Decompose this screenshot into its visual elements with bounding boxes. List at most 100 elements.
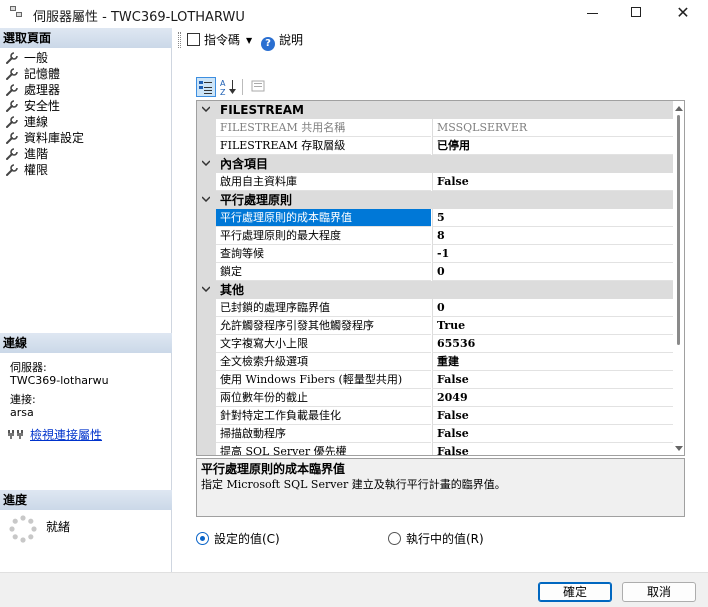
- maximize-button[interactable]: [613, 0, 659, 28]
- help-label: 說明: [279, 33, 304, 47]
- running-value-label: 執行中的值(R): [406, 532, 484, 546]
- running-value-radio[interactable]: 執行中的值(R): [388, 531, 484, 547]
- page-item-label: 連線: [24, 115, 49, 129]
- collapse-chevron-icon[interactable]: [202, 106, 210, 112]
- property-name[interactable]: 掃描啟動程序: [216, 425, 431, 443]
- property-row[interactable]: 已封鎖的處理序臨界值 0: [197, 299, 673, 317]
- property-name[interactable]: 平行處理原則的成本臨界值: [216, 209, 431, 227]
- property-value[interactable]: 重建: [432, 353, 673, 371]
- categorized-button[interactable]: [196, 77, 216, 97]
- property-name[interactable]: 使用 Windows Fibers (輕量型共用): [216, 371, 431, 389]
- help-button[interactable]: ? 說明: [261, 31, 304, 51]
- view-connection-link[interactable]: 檢視連接屬性: [30, 428, 102, 442]
- alphabetical-button[interactable]: A Z: [219, 77, 239, 97]
- property-value[interactable]: True: [432, 317, 673, 335]
- property-name[interactable]: 文字複寫大小上限: [216, 335, 431, 353]
- property-row[interactable]: 提高 SQL Server 優先權 False: [197, 443, 673, 455]
- property-value[interactable]: 0: [432, 263, 673, 281]
- property-name[interactable]: 提高 SQL Server 優先權: [216, 443, 431, 455]
- category-row[interactable]: 平行處理原則: [197, 191, 673, 209]
- property-value[interactable]: False: [432, 425, 673, 443]
- property-row[interactable]: 掃描啟動程序 False: [197, 425, 673, 443]
- property-row[interactable]: 鎖定 0: [197, 263, 673, 281]
- property-grid[interactable]: FILESTREAM FILESTREAM 共用名稱 MSSQLSERVER FILE…: [196, 100, 685, 456]
- property-row[interactable]: 允許觸發程序引發其他觸發程序 True: [197, 317, 673, 335]
- scroll-down-icon[interactable]: [675, 446, 683, 452]
- collapse-chevron-icon[interactable]: [202, 160, 210, 166]
- property-name[interactable]: 查詢等候: [216, 245, 431, 263]
- wrench-icon: [6, 100, 18, 112]
- property-name[interactable]: 允許觸發程序引發其他觸發程序: [216, 317, 431, 335]
- svg-text:A: A: [220, 79, 226, 88]
- page-item[interactable]: 一般: [4, 50, 84, 66]
- radio-selected-icon: [196, 532, 209, 545]
- chevron-down-icon[interactable]: ▼: [246, 32, 252, 50]
- property-name[interactable]: FILESTREAM 存取層級: [216, 137, 431, 155]
- property-row[interactable]: 使用 Windows Fibers (輕量型共用) False: [197, 371, 673, 389]
- property-row[interactable]: 兩位數年份的截止 2049: [197, 389, 673, 407]
- window-title: 伺服器屬性 - TWC369-LOTHARWU: [33, 10, 245, 25]
- property-grid-scrollbar[interactable]: [673, 101, 684, 455]
- property-value[interactable]: False: [432, 407, 673, 425]
- property-name[interactable]: 平行處理原則的最大程度: [216, 227, 431, 245]
- property-row[interactable]: 全文檢索升級選項 重建: [197, 353, 673, 371]
- configured-value-radio[interactable]: 設定的值(C): [196, 531, 280, 547]
- property-value[interactable]: 65536: [432, 335, 673, 353]
- page-item[interactable]: 進階: [4, 146, 84, 162]
- property-row[interactable]: 平行處理原則的最大程度 8: [197, 227, 673, 245]
- property-value[interactable]: -1: [432, 245, 673, 263]
- property-row[interactable]: 針對特定工作負載最佳化 False: [197, 407, 673, 425]
- property-value[interactable]: MSSQLSERVER: [432, 119, 673, 137]
- connection-info: 伺服器: TWC369-lotharwu 連接: arsa: [10, 361, 109, 419]
- page-item[interactable]: 記憶體: [4, 66, 84, 82]
- property-value[interactable]: 已停用: [432, 137, 673, 155]
- category-row[interactable]: FILESTREAM: [197, 101, 673, 119]
- page-item[interactable]: 資料庫設定: [4, 130, 84, 146]
- scroll-up-icon[interactable]: [675, 105, 683, 111]
- cancel-button[interactable]: 取消: [622, 582, 696, 602]
- script-label: 指令碼: [204, 33, 241, 47]
- category-row[interactable]: 內含項目: [197, 155, 673, 173]
- page-item[interactable]: 連線: [4, 114, 84, 130]
- property-value[interactable]: 5: [432, 209, 673, 227]
- wrench-icon: [6, 84, 18, 96]
- category-row[interactable]: 其他: [197, 281, 673, 299]
- property-row[interactable]: 平行處理原則的成本臨界值 5: [197, 209, 673, 227]
- ok-button[interactable]: 確定: [538, 582, 612, 602]
- title-bar: 伺服器屬性 - TWC369-LOTHARWU ✕: [0, 0, 708, 28]
- property-name[interactable]: FILESTREAM 共用名稱: [216, 119, 431, 137]
- category-label: 平行處理原則: [220, 193, 293, 207]
- minimize-button[interactable]: [570, 0, 616, 28]
- property-value[interactable]: 8: [432, 227, 673, 245]
- property-pages-button[interactable]: [249, 77, 269, 97]
- view-connection-properties[interactable]: 檢視連接屬性: [8, 426, 102, 442]
- wrench-icon: [6, 52, 18, 64]
- help-icon: ?: [261, 37, 275, 51]
- property-row[interactable]: 文字複寫大小上限 65536: [197, 335, 673, 353]
- script-button[interactable]: 指令碼 ▼: [187, 31, 252, 49]
- collapse-chevron-icon[interactable]: [202, 286, 210, 292]
- property-value[interactable]: False: [432, 371, 673, 389]
- close-button[interactable]: ✕: [660, 0, 706, 28]
- property-value[interactable]: 2049: [432, 389, 673, 407]
- property-name[interactable]: 兩位數年份的截止: [216, 389, 431, 407]
- page-item[interactable]: 安全性: [4, 98, 84, 114]
- property-row[interactable]: 啟用自主資料庫 False: [197, 173, 673, 191]
- page-item[interactable]: 處理器: [4, 82, 84, 98]
- property-name[interactable]: 已封鎖的處理序臨界值: [216, 299, 431, 317]
- property-row[interactable]: 查詢等候 -1: [197, 245, 673, 263]
- radio-unselected-icon: [388, 532, 401, 545]
- property-name[interactable]: 啟用自主資料庫: [216, 173, 431, 191]
- page-item[interactable]: 權限: [4, 162, 84, 178]
- property-row[interactable]: FILESTREAM 共用名稱 MSSQLSERVER: [197, 119, 673, 137]
- property-value[interactable]: 0: [432, 299, 673, 317]
- property-row[interactable]: FILESTREAM 存取層級 已停用: [197, 137, 673, 155]
- scrollbar-thumb[interactable]: [677, 115, 680, 345]
- property-name[interactable]: 全文檢索升級選項: [216, 353, 431, 371]
- wrench-icon: [6, 164, 18, 176]
- collapse-chevron-icon[interactable]: [202, 196, 210, 202]
- property-value[interactable]: False: [432, 443, 673, 455]
- property-name[interactable]: 針對特定工作負載最佳化: [216, 407, 431, 425]
- property-value[interactable]: False: [432, 173, 673, 191]
- property-name[interactable]: 鎖定: [216, 263, 431, 281]
